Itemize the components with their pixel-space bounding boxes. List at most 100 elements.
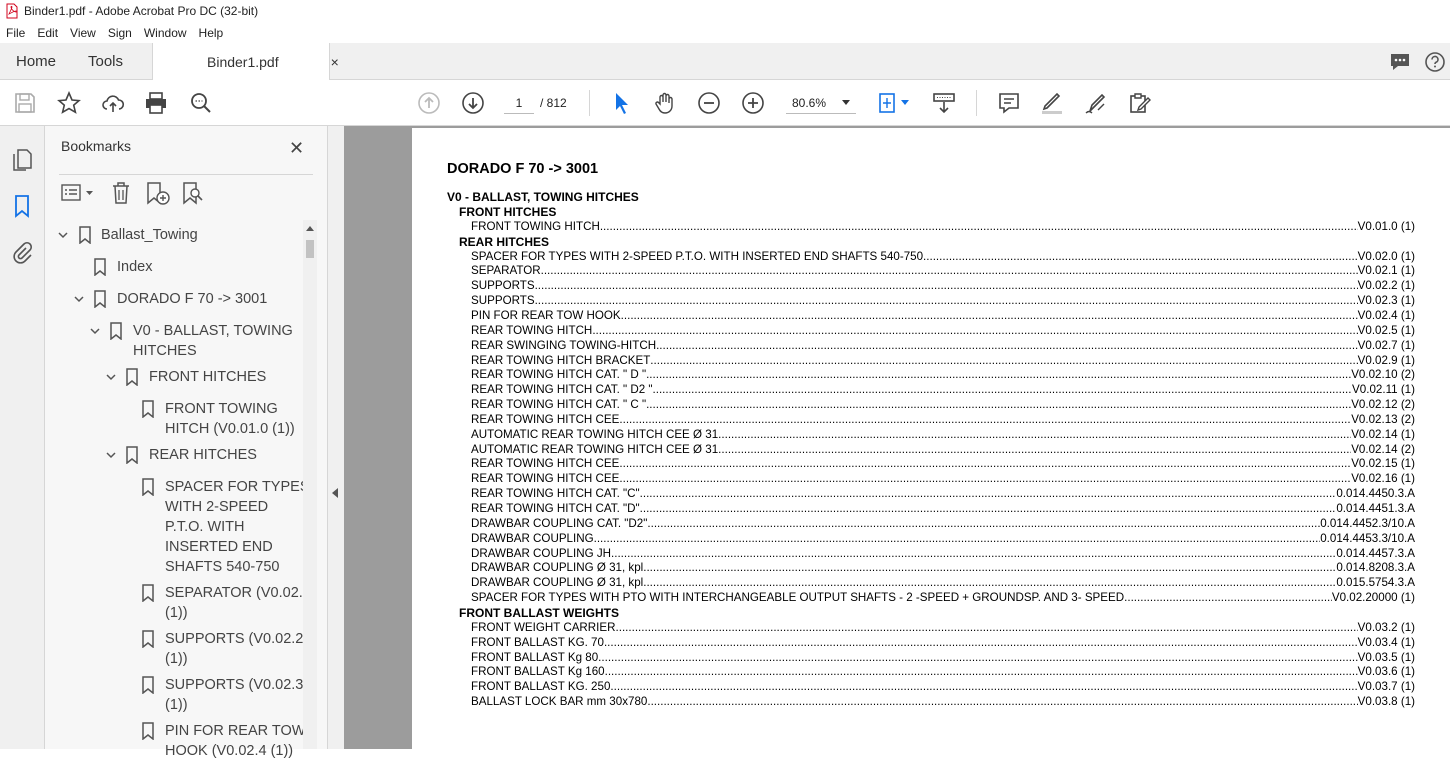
toc-entry[interactable]: SPACER FOR TYPES WITH PTO WITH INTERCHAN… <box>471 591 1415 605</box>
toc-entry[interactable]: REAR TOWING HITCH CEE V0.02.13 (2) <box>471 413 1415 427</box>
toc-entry[interactable]: REAR TOWING HITCH CAT. " D2 " V0.02.11 (1… <box>471 383 1415 397</box>
bookmarks-scrollbar[interactable] <box>303 220 317 749</box>
bookmark-item-line2[interactable]: HOOK (V0.02.4 (1)) <box>165 741 293 761</box>
zoom-level-select[interactable]: 80.6% <box>786 92 856 114</box>
chevron-down-icon[interactable] <box>90 326 100 336</box>
save-icon[interactable] <box>13 91 37 115</box>
bookmark-item-line4[interactable]: INSERTED END <box>165 537 273 557</box>
tab-home[interactable]: Home <box>16 43 56 80</box>
next-page-icon[interactable] <box>461 91 485 115</box>
toc-entry[interactable]: AUTOMATIC REAR TOWING HITCH CEE Ø 31 V0.0… <box>471 443 1415 457</box>
page-fit-icon[interactable] <box>876 91 900 115</box>
toc-entry[interactable]: FRONT TOWING HITCH V0.01.0 (1) <box>471 220 1415 234</box>
bookmark-item-line2[interactable]: (1)) <box>165 695 188 715</box>
bookmark-item[interactable]: Ballast_Towing <box>101 225 198 245</box>
help-icon[interactable] <box>1424 51 1446 73</box>
hand-tool-icon[interactable] <box>653 91 677 115</box>
toc-entry[interactable]: REAR TOWING HITCH CEE V0.02.15 (1) <box>471 457 1415 471</box>
bookmark-item[interactable]: FRONT HITCHES <box>149 367 266 387</box>
menu-window[interactable]: Window <box>138 26 193 40</box>
bookmark-item-line2[interactable]: HITCHES <box>133 341 197 361</box>
bookmark-item-line3[interactable]: P.T.O. WITH <box>165 517 245 537</box>
toc-entry[interactable]: REAR TOWING HITCH CAT. " C " V0.02.12 (2) <box>471 398 1415 412</box>
toc-entry[interactable]: DRAWBAR COUPLING Ø 31, kpl 0.014.8208.3.A <box>471 561 1415 575</box>
toc-entry[interactable]: REAR SWINGING TOWING-HITCH V0.02.7 (1) <box>471 339 1415 353</box>
chevron-down-icon[interactable] <box>106 450 116 460</box>
bookmark-item-line2[interactable]: (1)) <box>165 603 188 623</box>
bookmark-item[interactable]: SEPARATOR (V0.02.1 <box>165 583 311 603</box>
bookmark-item[interactable]: Index <box>117 257 152 277</box>
toc-entry[interactable]: AUTOMATIC REAR TOWING HITCH CEE Ø 31 V0.0… <box>471 428 1415 442</box>
scroll-mode-icon[interactable] <box>932 91 956 115</box>
upload-cloud-icon[interactable] <box>101 91 125 115</box>
page-fit-dropdown-icon[interactable] <box>901 100 909 106</box>
scroll-up-icon[interactable] <box>305 224 315 232</box>
close-tab-icon[interactable]: × <box>331 54 339 70</box>
tab-tools[interactable]: Tools <box>88 43 123 80</box>
fill-sign-icon[interactable] <box>1128 91 1152 115</box>
tab-document[interactable]: Binder1.pdf × <box>152 43 339 81</box>
bookmark-item[interactable]: SUPPORTS (V0.02.3 <box>165 675 303 695</box>
bookmark-item-line5[interactable]: SHAFTS 540-750 <box>165 557 279 577</box>
new-bookmark-icon[interactable] <box>145 181 171 207</box>
page-thumbnails-icon[interactable] <box>11 148 33 172</box>
toc-entry[interactable]: DRAWBAR COUPLING JH 0.014.4457.3.A <box>471 547 1415 561</box>
highlight-pen-icon[interactable] <box>1040 91 1064 115</box>
bookmark-item-line2[interactable]: HITCH (V0.01.0 (1)) <box>165 419 295 439</box>
bookmark-item[interactable]: SPACER FOR TYPES <box>165 477 310 497</box>
toc-entry[interactable]: FRONT BALLAST Kg 80 V0.03.5 (1) <box>471 651 1415 665</box>
chevron-down-icon[interactable] <box>58 230 68 240</box>
previous-page-icon[interactable] <box>417 91 441 115</box>
menu-file[interactable]: File <box>0 26 31 40</box>
page-number-input[interactable]: 1 <box>504 92 534 114</box>
menu-edit[interactable]: Edit <box>31 26 64 40</box>
toc-entry[interactable]: FRONT BALLAST Kg 160 V0.03.6 (1) <box>471 665 1415 679</box>
bookmark-item-line2[interactable]: (1)) <box>165 649 188 669</box>
toc-entry[interactable]: REAR TOWING HITCH CAT. "C" 0.014.4450.3.A <box>471 487 1415 501</box>
bookmark-item-line2[interactable]: WITH 2-SPEED <box>165 497 268 517</box>
toc-entry[interactable]: DRAWBAR COUPLING 0.014.4453.3/10.A <box>471 532 1415 546</box>
toc-entry[interactable]: SPACER FOR TYPES WITH 2-SPEED P.T.O. WIT… <box>471 250 1415 264</box>
toc-entry[interactable]: BALLAST LOCK BAR mm 30x780 V0.03.8 (1) <box>471 695 1415 709</box>
draw-freehand-icon[interactable] <box>1084 91 1108 115</box>
print-icon[interactable] <box>144 91 168 115</box>
menu-sign[interactable]: Sign <box>102 26 138 40</box>
toc-entry[interactable]: SUPPORTS V0.02.2 (1) <box>471 279 1415 293</box>
toc-entry[interactable]: SEPARATOR V0.02.1 (1) <box>471 264 1415 278</box>
bookmark-options-icon[interactable] <box>61 183 97 203</box>
find-zoom-icon[interactable] <box>189 91 213 115</box>
toc-entry[interactable]: REAR TOWING HITCH CAT. "D" 0.014.4451.3.A <box>471 502 1415 516</box>
attachments-paperclip-icon[interactable] <box>11 240 33 264</box>
toc-entry[interactable]: REAR TOWING HITCH BRACKET V0.02.9 (1) <box>471 354 1415 368</box>
bookmark-item[interactable]: SUPPORTS (V0.02.2 <box>165 629 303 649</box>
bookmark-item[interactable]: V0 - BALLAST, TOWING <box>133 321 293 341</box>
toc-entry[interactable]: FRONT BALLAST KG. 70 V0.03.4 (1) <box>471 636 1415 650</box>
toc-entry[interactable]: FRONT BALLAST KG. 250 V0.03.7 (1) <box>471 680 1415 694</box>
toc-entry[interactable]: FRONT WEIGHT CARRIER V0.03.2 (1) <box>471 621 1415 635</box>
search-bookmark-icon[interactable] <box>181 181 207 207</box>
chevron-down-icon[interactable] <box>74 294 84 304</box>
delete-bookmark-icon[interactable] <box>111 181 131 205</box>
bookmark-item[interactable]: REAR HITCHES <box>149 445 257 465</box>
zoom-in-icon[interactable] <box>741 91 765 115</box>
zoom-out-icon[interactable] <box>697 91 721 115</box>
comment-bubble-icon[interactable] <box>1388 50 1412 74</box>
toc-entry[interactable]: REAR TOWING HITCH CAT. " D " V0.02.10 (2) <box>471 368 1415 382</box>
toc-entry[interactable]: REAR TOWING HITCH CEE V0.02.16 (1) <box>471 472 1415 486</box>
bookmark-item[interactable]: DORADO F 70 -> 3001 <box>117 289 267 309</box>
bookmark-item[interactable]: PIN FOR REAR TOW <box>165 721 305 741</box>
toc-entry[interactable]: PIN FOR REAR TOW HOOK V0.02.4 (1) <box>471 309 1415 323</box>
bookmark-item[interactable]: FRONT TOWING <box>165 399 278 419</box>
star-bookmark-icon[interactable] <box>57 91 81 115</box>
toc-entry[interactable]: REAR TOWING HITCH V0.02.5 (1) <box>471 324 1415 338</box>
chevron-down-icon[interactable] <box>106 372 116 382</box>
add-comment-icon[interactable] <box>997 91 1021 115</box>
toc-entry[interactable]: DRAWBAR COUPLING CAT. "D2" 0.014.4452.3/1… <box>471 517 1415 531</box>
panel-collapse-handle[interactable] <box>328 126 344 749</box>
menu-view[interactable]: View <box>64 26 102 40</box>
bookmarks-panel-icon[interactable] <box>13 194 31 218</box>
close-panel-icon[interactable]: ✕ <box>289 138 304 159</box>
menu-help[interactable]: Help <box>193 26 230 40</box>
select-cursor-icon[interactable] <box>610 91 634 115</box>
toc-entry[interactable]: SUPPORTS V0.02.3 (1) <box>471 294 1415 308</box>
